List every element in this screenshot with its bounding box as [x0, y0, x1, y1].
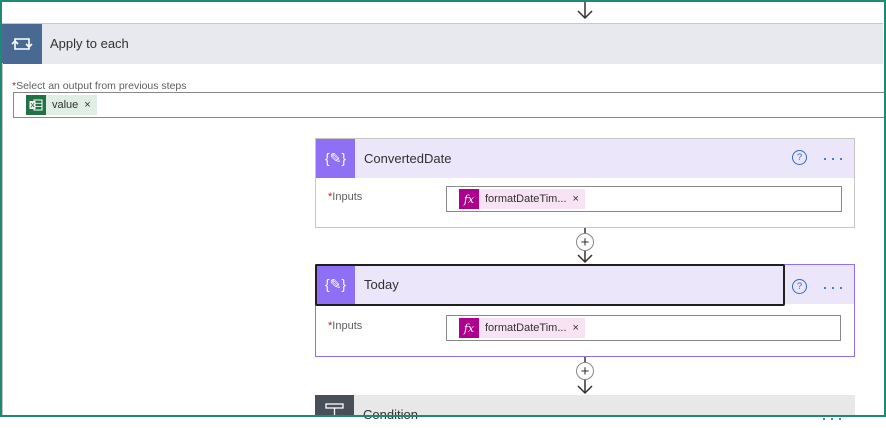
remove-token-icon[interactable]: ×: [573, 318, 585, 338]
inputs-label: *Inputs: [328, 320, 362, 332]
remove-token-icon[interactable]: ×: [573, 189, 585, 209]
expression-token-label: formatDateTim...: [485, 193, 567, 205]
excel-icon: X: [26, 95, 46, 115]
svg-text:X: X: [30, 103, 35, 110]
add-step-button[interactable]: +: [576, 233, 594, 251]
more-options-icon[interactable]: ···: [821, 409, 845, 427]
select-output-label-text: Select an output from previous steps: [16, 80, 187, 92]
card-title: ConvertedDate: [364, 151, 452, 166]
select-output-label: *Select an output from previous steps: [12, 80, 187, 92]
inputs-field[interactable]: fx formatDateTim... ×: [446, 315, 841, 341]
more-options-icon[interactable]: ···: [822, 278, 846, 296]
expression-token[interactable]: fx formatDateTim... ×: [459, 189, 585, 209]
card-header[interactable]: {✎} Today ? ···: [316, 265, 854, 304]
apply-to-each-header[interactable]: Apply to each: [2, 23, 883, 64]
card-title: Today: [364, 277, 399, 292]
apply-to-each-title: Apply to each: [50, 36, 129, 51]
inputs-label-text: Inputs: [332, 191, 363, 203]
more-options-icon[interactable]: ···: [822, 149, 846, 167]
condition-title: Condition: [363, 407, 418, 422]
condition-card[interactable]: Condition ···: [315, 395, 855, 427]
card-header[interactable]: {✎} ConvertedDate ? ···: [316, 139, 854, 178]
value-token-label: value: [52, 99, 79, 111]
loop-icon: [2, 24, 42, 64]
connector-arrow-top: [577, 0, 593, 20]
condition-icon: [315, 395, 354, 417]
fx-icon: fx: [459, 318, 479, 338]
expression-token-label: formatDateTim...: [485, 322, 567, 334]
remove-token-icon[interactable]: ×: [84, 95, 96, 115]
select-output-field[interactable]: X value ×: [13, 92, 886, 118]
expression-token[interactable]: fx formatDateTim... ×: [459, 318, 585, 338]
value-token[interactable]: X value ×: [26, 95, 97, 115]
fx-icon: fx: [459, 189, 479, 209]
action-card-today[interactable]: {✎} Today ? ··· *Inputs fx formatDateTim…: [315, 264, 855, 357]
help-icon[interactable]: ?: [792, 279, 807, 294]
action-card-converteddate[interactable]: {✎} ConvertedDate ? ··· *Inputs fx forma…: [315, 138, 855, 228]
add-step-button[interactable]: +: [576, 362, 594, 380]
help-icon[interactable]: ?: [792, 150, 807, 165]
inputs-field[interactable]: fx formatDateTim... ×: [446, 186, 842, 212]
variable-icon: {✎}: [316, 265, 355, 304]
inputs-label: *Inputs: [328, 191, 362, 203]
inputs-label-text: Inputs: [332, 320, 363, 332]
variable-icon: {✎}: [316, 139, 355, 178]
